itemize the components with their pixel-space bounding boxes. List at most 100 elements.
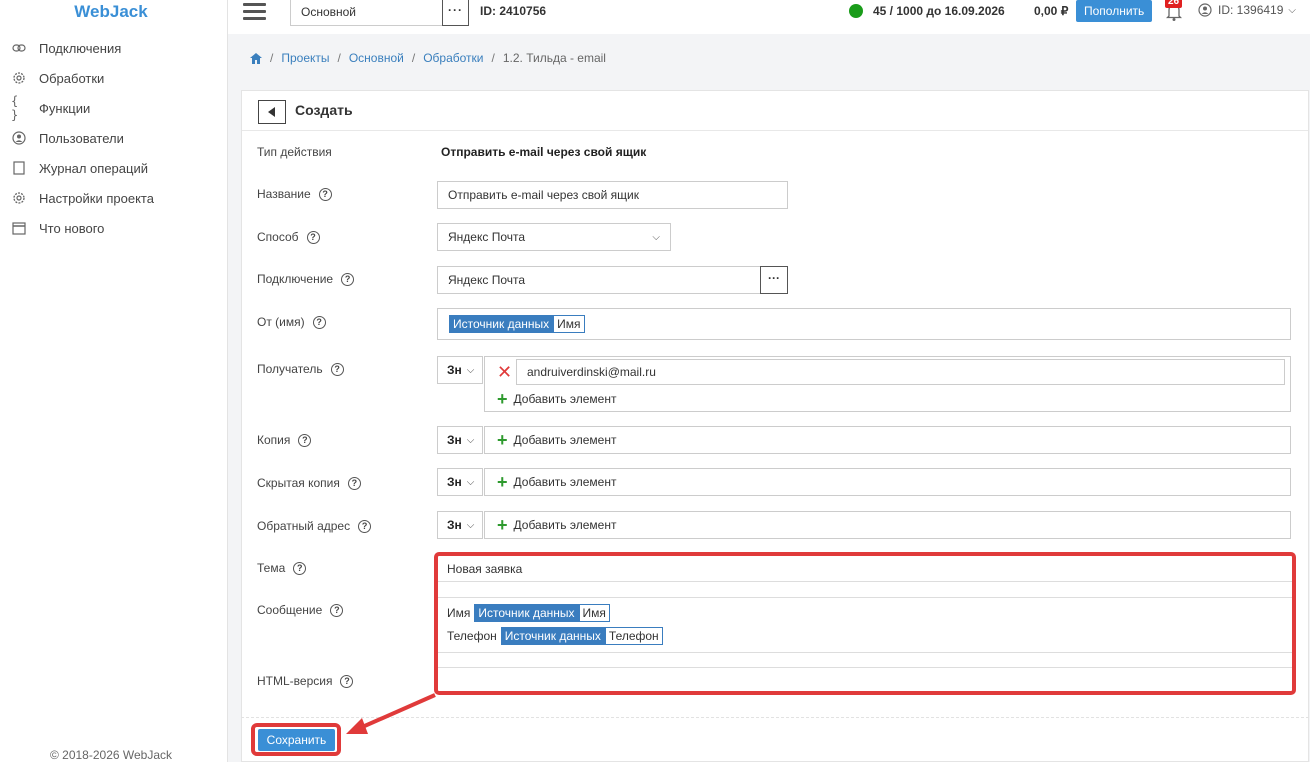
name-input[interactable]: Отправить e-mail через свой ящик (437, 181, 788, 209)
connection-select[interactable]: Яндекс Почта (437, 266, 761, 294)
limit-text: 45 / 1000 до 16.09.2026 (873, 4, 1005, 18)
balance: 0,00 ₽ (1034, 4, 1069, 18)
field-tag[interactable]: Имя (553, 315, 585, 333)
from-input[interactable]: Источник данных Имя (437, 308, 1291, 340)
help-icon[interactable]: ? (358, 519, 372, 533)
annotation-highlight (434, 552, 1296, 695)
method-label: Способ? (257, 230, 320, 244)
sidebar-item-processing[interactable]: Обработки (11, 68, 104, 88)
journal-icon (11, 160, 27, 176)
home-icon[interactable] (250, 52, 262, 64)
connection-label: Подключение? (257, 272, 355, 286)
plus-icon: + (497, 472, 508, 492)
bcc-list: + Добавить элемент (484, 468, 1291, 496)
recipient-type-select[interactable]: Зн ⌵ (437, 356, 483, 384)
recipient-list: ✕ andruiverdinski@mail.ru + Добавить элем… (484, 356, 1291, 412)
card-title: Создать (295, 102, 353, 118)
message-label: Сообщение? (257, 603, 344, 617)
from-label: От (имя)? (257, 315, 326, 329)
plus-icon: + (497, 430, 508, 450)
add-element-button[interactable]: + Добавить элемент (497, 473, 616, 491)
braces-icon: { } (11, 94, 19, 122)
menu-icon[interactable] (243, 3, 266, 22)
user-menu[interactable]: ID: 1396419 ⌵ (1198, 3, 1296, 17)
sidebar-item-label: Журнал операций (39, 160, 148, 176)
sidebar-item-label: Пользователи (39, 130, 124, 146)
back-button[interactable] (258, 100, 286, 124)
card-header: Создать (242, 91, 1308, 131)
help-icon[interactable]: ? (341, 272, 355, 286)
recipient-input[interactable]: andruiverdinski@mail.ru (516, 359, 1285, 385)
subject-label: Тема? (257, 561, 307, 575)
link-icon (11, 40, 27, 56)
calendar-icon (11, 220, 27, 236)
reply-type-select[interactable]: Зн ⌵ (437, 511, 483, 539)
topbar: Основной ··· ID: 2410756 45 / 1000 до 16… (228, 0, 1310, 34)
copy-list: + Добавить элемент (484, 426, 1291, 454)
sidebar-item-whats-new[interactable]: Что нового (11, 218, 104, 238)
gear-icon (11, 190, 27, 206)
sidebar-item-label: Настройки проекта (39, 190, 154, 206)
help-icon[interactable]: ? (293, 561, 307, 575)
name-label: Название? (257, 187, 332, 201)
add-element-button[interactable]: + Добавить элемент (497, 431, 616, 449)
add-element-button[interactable]: + Добавить элемент (497, 516, 616, 534)
project-more-button[interactable]: ··· (442, 0, 469, 26)
copy-type-select[interactable]: Зн ⌵ (437, 426, 483, 454)
app-logo[interactable]: WebJack (0, 2, 222, 22)
chevron-down-icon: ⌵ (466, 434, 475, 446)
help-icon[interactable]: ? (347, 476, 361, 490)
plus-icon: + (497, 389, 508, 409)
status-indicator (849, 4, 863, 18)
help-icon[interactable]: ? (312, 315, 326, 329)
help-icon[interactable]: ? (340, 674, 354, 688)
sidebar-item-connections[interactable]: Подключения (11, 38, 121, 58)
help-icon[interactable]: ? (318, 187, 332, 201)
connection-more-button[interactable]: ··· (760, 266, 788, 294)
help-icon[interactable]: ? (330, 362, 344, 376)
copy-label: Копия? (257, 433, 312, 447)
breadcrumb: / Проекты / Основной / Обработки / 1.2. … (250, 51, 606, 65)
recipient-label: Получатель? (257, 362, 344, 376)
chevron-down-icon: ⌵ (652, 231, 660, 243)
breadcrumb-link[interactable]: Основной (349, 51, 404, 65)
action-type-value: Отправить e-mail через свой ящик (441, 145, 647, 159)
breadcrumb-link[interactable]: Обработки (423, 51, 483, 65)
help-icon[interactable]: ? (298, 433, 312, 447)
html-version-label: HTML-версия? (257, 674, 354, 688)
sidebar-item-functions[interactable]: { } Функции (11, 94, 90, 122)
sidebar-item-label: Подключения (39, 40, 122, 56)
topup-button[interactable]: Пополнить (1076, 0, 1153, 22)
bcc-type-select[interactable]: Зн ⌵ (437, 468, 483, 496)
method-select[interactable]: Яндекс Почта ⌵ (437, 223, 671, 251)
help-icon[interactable]: ? (306, 230, 320, 244)
reply-label: Обратный адрес? (257, 519, 372, 533)
sidebar-item-label: Обработки (39, 70, 105, 86)
chevron-down-icon: ⌵ (466, 364, 475, 376)
data-source-tag[interactable]: Источник данных (449, 315, 554, 333)
chevron-down-icon: ⌵ (466, 476, 475, 488)
breadcrumb-link[interactable]: Проекты (281, 51, 329, 65)
add-element-button[interactable]: + Добавить элемент (497, 390, 616, 408)
sidebar-item-project-settings[interactable]: Настройки проекта (11, 188, 154, 208)
notification-badge: 26 (1165, 0, 1183, 8)
remove-icon[interactable]: ✕ (497, 363, 512, 381)
user-id: ID: 1396419 (1218, 3, 1284, 17)
sidebar-item-journal[interactable]: Журнал операций (11, 158, 148, 178)
plus-icon: + (497, 515, 508, 535)
bcc-label: Скрытая копия? (257, 476, 361, 490)
copyright: © 2018-2026 WebJack (49, 748, 173, 762)
save-button[interactable]: Сохранить (258, 729, 335, 751)
gear-icon (11, 70, 27, 86)
sidebar-item-users[interactable]: Пользователи (11, 128, 124, 148)
project-select[interactable]: Основной (290, 0, 443, 26)
annotation-arrow (346, 693, 436, 734)
chevron-down-icon: ⌵ (466, 519, 475, 531)
breadcrumb-current: 1.2. Тильда - email (502, 51, 606, 65)
sidebar-item-label: Что нового (39, 220, 105, 236)
chevron-down-icon: ⌵ (1288, 4, 1296, 16)
sidebar: WebJack Подключения Обработки { } Функци… (0, 0, 228, 762)
user-icon (11, 130, 27, 146)
project-id: ID: 2410756 (480, 4, 547, 18)
help-icon[interactable]: ? (330, 603, 344, 617)
